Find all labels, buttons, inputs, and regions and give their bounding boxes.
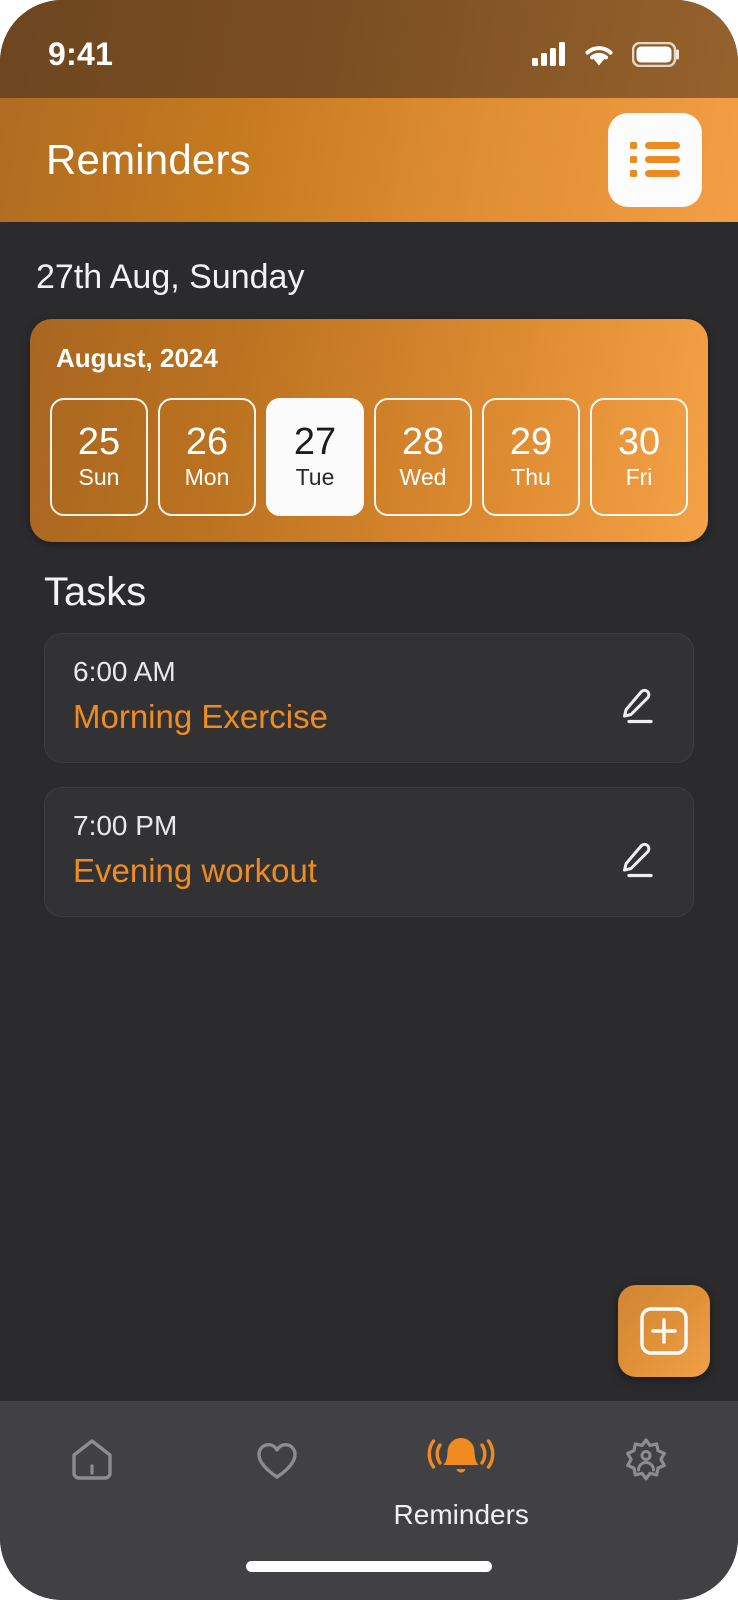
calendar-day-name: Mon xyxy=(184,464,230,491)
page-title: Reminders xyxy=(46,136,251,183)
edit-task-button[interactable] xyxy=(611,834,665,888)
calendar-day-cell[interactable]: 29 Thu xyxy=(482,398,580,516)
task-title: Evening workout xyxy=(73,852,317,889)
calendar-day-cell[interactable]: 30 Fri xyxy=(590,398,688,516)
edit-task-button[interactable] xyxy=(611,680,665,734)
task-row[interactable]: 7:00 PM Evening workout xyxy=(44,787,694,917)
calendar-month-label: August, 2024 xyxy=(56,343,218,373)
pencil-edit-icon xyxy=(623,842,653,878)
calendar-day-cell[interactable]: 28 Wed xyxy=(374,398,472,516)
tasks-section-title: Tasks xyxy=(44,570,147,614)
calendar-day-name: Thu xyxy=(511,464,551,491)
calendar-strip: August, 2024 25 Sun 26 Mon 27 Tue 28 Wed xyxy=(30,319,708,542)
heart-icon xyxy=(257,1443,297,1479)
status-bar: 9:41 xyxy=(0,0,738,98)
bottom-navigation: Reminders xyxy=(0,1401,738,1600)
list-icon xyxy=(630,142,680,177)
current-date-heading: 27th Aug, Sunday xyxy=(36,258,305,296)
calendar-day-name: Fri xyxy=(625,464,653,491)
nav-item-home[interactable] xyxy=(17,1429,167,1499)
calendar-day-list: 25 Sun 26 Mon 27 Tue 28 Wed 29 Thu 30 Fr… xyxy=(50,398,688,516)
calendar-day-cell-selected[interactable]: 27 Tue xyxy=(266,398,364,516)
wifi-icon xyxy=(585,45,613,65)
calendar-day-number: 29 xyxy=(509,420,553,463)
calendar-day-number: 28 xyxy=(401,420,445,463)
calendar-day-number: 25 xyxy=(77,420,121,463)
task-title: Morning Exercise xyxy=(73,698,328,735)
calendar-day-number: 27 xyxy=(293,420,337,463)
gear-icon xyxy=(625,1438,666,1481)
task-time: 6:00 AM xyxy=(73,656,176,687)
nav-item-settings[interactable] xyxy=(571,1429,721,1499)
home-icon xyxy=(72,1439,112,1480)
pencil-edit-icon xyxy=(623,688,653,724)
calendar-day-name: Sun xyxy=(78,464,120,491)
home-indicator[interactable] xyxy=(246,1561,492,1572)
bell-ringing-icon xyxy=(427,1438,495,1473)
phone-screen: 9:41 Reminders 27th Aug, Sunday August, … xyxy=(0,0,738,1600)
signal-icon xyxy=(532,42,565,66)
nav-item-reminders[interactable]: Reminders xyxy=(386,1429,536,1531)
task-text-group: 7:00 PM Evening workout xyxy=(73,810,317,890)
calendar-day-name: Wed xyxy=(399,464,447,491)
main-content: 27th Aug, Sunday August, 2024 25 Sun 26 … xyxy=(0,222,738,1401)
plus-square-icon xyxy=(640,1307,688,1355)
calendar-day-cell[interactable]: 26 Mon xyxy=(158,398,256,516)
nav-item-favorites[interactable] xyxy=(202,1429,352,1499)
list-view-button[interactable] xyxy=(608,113,702,207)
calendar-day-cell[interactable]: 25 Sun xyxy=(50,398,148,516)
status-bar-time: 9:41 xyxy=(48,35,114,72)
add-reminder-button[interactable] xyxy=(618,1285,710,1377)
calendar-day-number: 26 xyxy=(185,420,229,463)
task-time: 7:00 PM xyxy=(73,810,178,841)
nav-label-reminders: Reminders xyxy=(393,1499,529,1530)
calendar-day-number: 30 xyxy=(617,420,661,463)
app-header: Reminders xyxy=(0,98,738,222)
status-bar-icons xyxy=(532,32,680,67)
battery-icon xyxy=(632,41,679,67)
task-row[interactable]: 6:00 AM Morning Exercise xyxy=(44,633,694,763)
calendar-day-name: Tue xyxy=(295,464,335,491)
task-text-group: 6:00 AM Morning Exercise xyxy=(73,656,328,736)
